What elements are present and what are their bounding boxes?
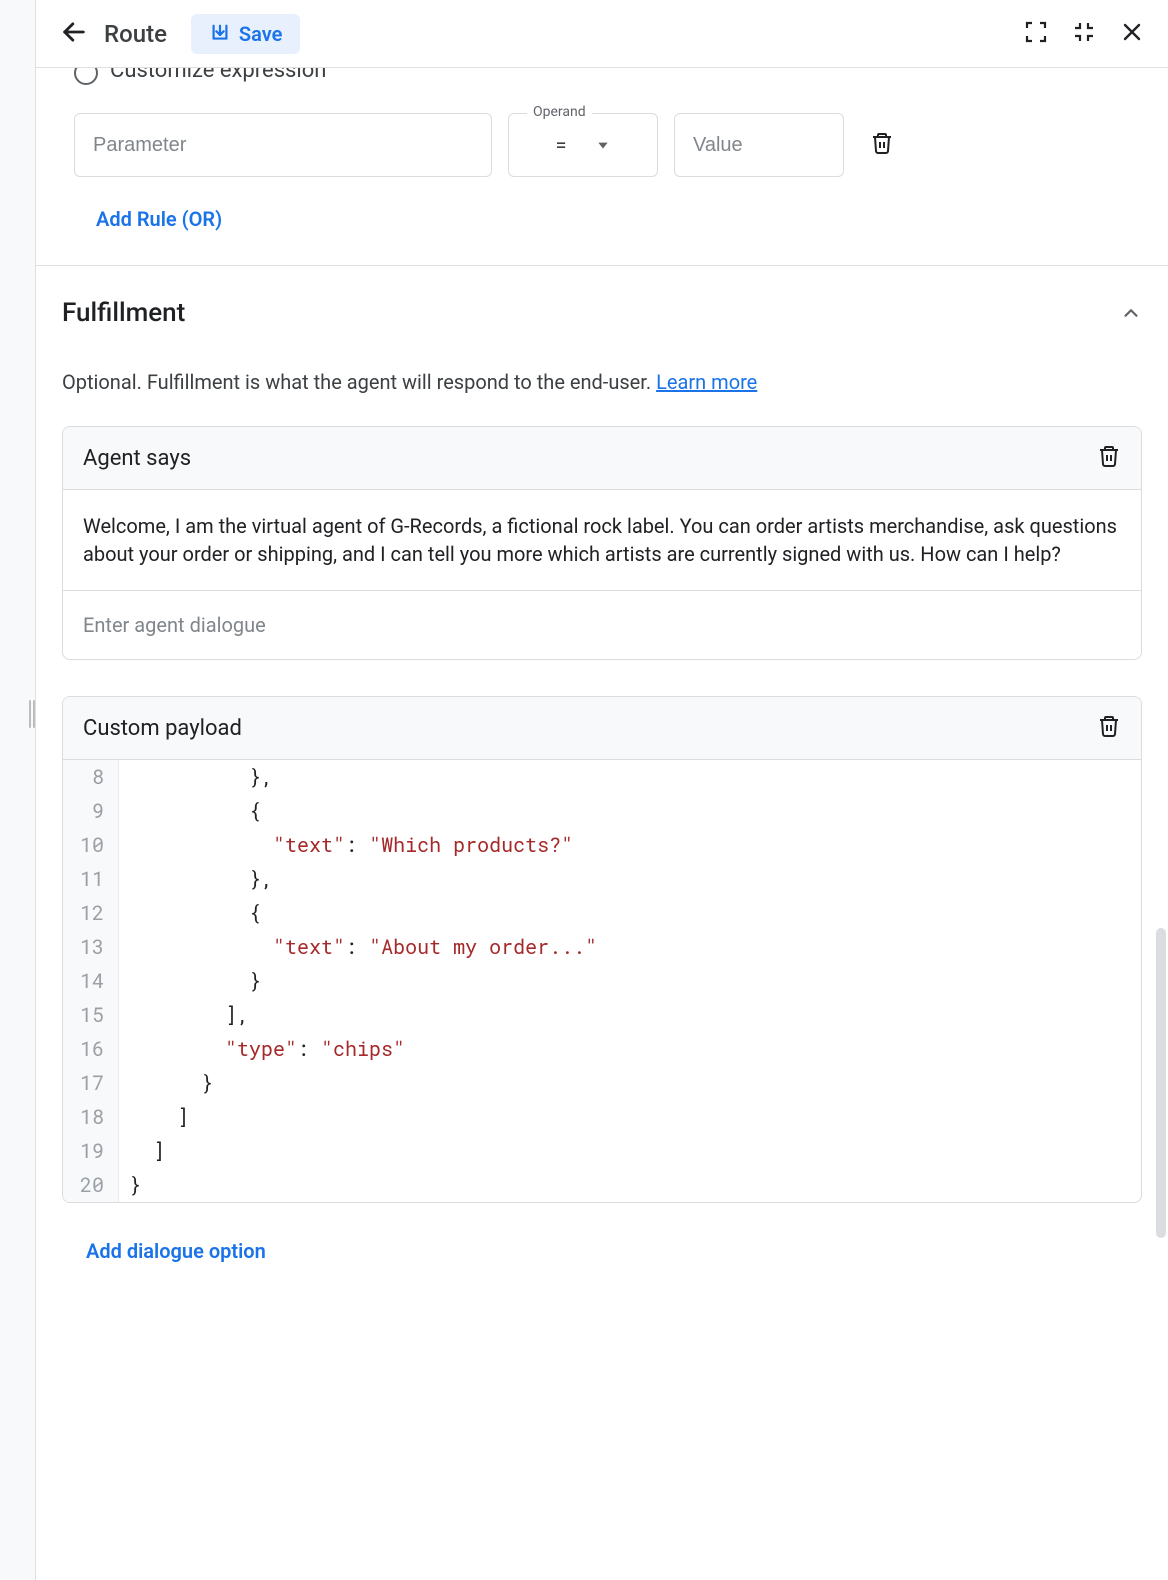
code-content[interactable]: }, { "text": "Which products?" }, { "tex… xyxy=(119,760,607,1202)
route-panel: Route Save Customize expression xyxy=(36,0,1168,1580)
chevron-down-icon xyxy=(596,138,610,152)
customize-expression-radio[interactable]: Customize expression xyxy=(74,68,1142,85)
save-icon xyxy=(209,23,231,45)
operand-select[interactable]: Operand = xyxy=(508,113,658,177)
agent-says-card: Agent says Welcome, I am the virtual age… xyxy=(62,426,1142,660)
agent-says-title: Agent says xyxy=(83,446,191,471)
fulfillment-title: Fulfillment xyxy=(62,298,185,328)
code-editor[interactable]: 891011121314151617181920 }, { "text": "W… xyxy=(63,760,1141,1202)
parameter-input[interactable] xyxy=(74,113,492,177)
fullscreen-collapse-icon[interactable] xyxy=(1072,20,1096,48)
back-arrow-icon[interactable] xyxy=(60,18,88,50)
condition-rule-row: Operand = xyxy=(74,113,1142,177)
customize-expression-label: Customize expression xyxy=(110,68,326,83)
left-rail xyxy=(0,0,36,1580)
learn-more-link[interactable]: Learn more xyxy=(656,370,757,394)
agent-dialogue-text[interactable]: Welcome, I am the virtual agent of G-Rec… xyxy=(63,490,1141,591)
panel-title: Route xyxy=(104,20,167,48)
chevron-up-icon xyxy=(1120,302,1142,324)
operand-value: = xyxy=(556,133,567,157)
add-rule-button[interactable]: Add Rule (OR) xyxy=(96,207,222,231)
panel-header: Route Save xyxy=(36,0,1168,68)
custom-payload-title: Custom payload xyxy=(83,716,242,741)
radio-icon xyxy=(74,68,98,85)
fullscreen-expand-icon[interactable] xyxy=(1024,20,1048,48)
agent-dialogue-input[interactable]: Enter agent dialogue xyxy=(63,591,1141,659)
code-gutter: 891011121314151617181920 xyxy=(63,760,119,1202)
delete-rule-icon[interactable] xyxy=(870,130,894,160)
add-dialogue-option-button[interactable]: Add dialogue option xyxy=(86,1239,266,1263)
custom-payload-header: Custom payload xyxy=(63,697,1141,760)
value-input[interactable] xyxy=(674,113,844,177)
header-actions xyxy=(1024,20,1144,48)
operand-floating-label: Operand xyxy=(527,104,592,120)
resize-grip[interactable] xyxy=(28,700,36,728)
fulfillment-section-header[interactable]: Fulfillment xyxy=(62,298,1142,328)
close-icon[interactable] xyxy=(1120,20,1144,48)
agent-says-header: Agent says xyxy=(63,427,1141,490)
custom-payload-card: Custom payload 891011121314151617181920 … xyxy=(62,696,1142,1203)
save-label: Save xyxy=(239,22,282,46)
divider xyxy=(36,265,1168,266)
delete-custom-payload-icon[interactable] xyxy=(1097,713,1121,743)
fulfillment-description: Optional. Fulfillment is what the agent … xyxy=(62,368,1142,396)
delete-agent-says-icon[interactable] xyxy=(1097,443,1121,473)
save-button[interactable]: Save xyxy=(191,14,300,54)
panel-body: Customize expression Operand = Add Rule … xyxy=(36,68,1168,1580)
scrollbar[interactable] xyxy=(1156,928,1166,1238)
